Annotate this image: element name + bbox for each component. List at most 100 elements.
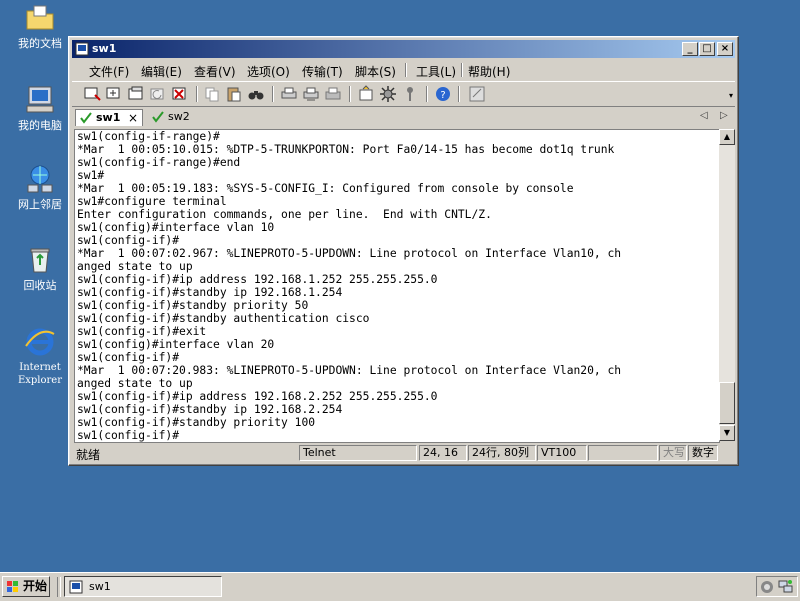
windows-logo-icon <box>7 581 18 592</box>
keymap-editor-icon <box>469 86 485 102</box>
terminal-line: sw1(config)#interface vlan 10 <box>77 221 275 234</box>
session-options-button[interactable] <box>357 85 375 103</box>
global-options-button[interactable] <box>379 85 397 103</box>
connect-tab-button[interactable] <box>127 85 145 103</box>
reconnect-button[interactable] <box>149 85 167 103</box>
session-options-icon <box>359 85 373 101</box>
copy-icon <box>205 87 219 102</box>
desktop-icon-recycle-bin[interactable]: 回收站 <box>8 244 72 292</box>
close-button[interactable]: × <box>717 42 733 56</box>
tab-label: sw1 <box>96 111 121 124</box>
taskbar-separator <box>57 577 61 597</box>
menu-help[interactable]: 帮助(H) <box>468 63 510 80</box>
toolbar-separator <box>196 86 198 102</box>
start-button[interactable]: 开始 <box>2 576 50 597</box>
maximize-icon: □ <box>702 43 712 54</box>
menu-options[interactable]: 选项(O) <box>247 63 290 80</box>
tab-close-button[interactable]: × <box>128 110 138 126</box>
menu-view[interactable]: 查看(V) <box>194 63 236 80</box>
menu-edit[interactable]: 编辑(E) <box>141 63 182 80</box>
maximize-button[interactable]: □ <box>699 42 715 56</box>
computers-tray-icon[interactable] <box>778 579 793 594</box>
desktop-icon-label: 回收站 <box>23 279 57 292</box>
find-button[interactable] <box>247 85 265 103</box>
terminal-line: sw1(config-if)#standby ip 192.168.2.254 <box>77 403 343 416</box>
minimize-icon: _ <box>687 43 693 54</box>
help-button[interactable]: ? <box>434 85 452 103</box>
taskbar: 开始 sw1 <box>0 572 800 601</box>
print-selection-button[interactable] <box>302 85 320 103</box>
computer-icon <box>24 84 56 116</box>
terminal-line: *Mar 1 00:05:10.015: %DTP-5-TRUNKPORTON:… <box>77 143 615 156</box>
keymap-editor-button[interactable] <box>468 85 486 103</box>
desktop-icon-internet-explorer[interactable]: Internet Explorer <box>8 326 72 387</box>
network-icon <box>24 163 56 195</box>
reconnect-icon <box>150 88 164 100</box>
print-screen-button[interactable] <box>280 85 298 103</box>
terminal-line: sw1(config-if-range)# <box>77 130 220 143</box>
close-icon: × <box>720 43 730 54</box>
system-tray <box>756 576 798 597</box>
scroll-down-button[interactable]: ▼ <box>719 425 735 441</box>
terminal-output[interactable]: sw1(config-if-range)# *Mar 1 00:05:10.015… <box>74 129 720 443</box>
tab-sw1[interactable]: sw1 × <box>75 109 143 126</box>
vertical-scrollbar[interactable]: ▲ ▼ <box>719 129 735 441</box>
quick-connect-button[interactable] <box>105 85 123 103</box>
minimize-button[interactable]: _ <box>682 42 698 56</box>
connect-icon <box>84 87 101 101</box>
toolbar-separator <box>426 86 428 102</box>
terminal-line: sw1(config-if)#standby priority 100 <box>77 416 316 429</box>
desktop-icon-label: 我的文档 <box>18 37 62 50</box>
arrow-up-icon: ▲ <box>723 132 731 141</box>
disconnect-icon <box>172 87 186 100</box>
terminal-text: sw1(config-if-range)# *Mar 1 00:05:10.015… <box>75 130 719 442</box>
desktop-icon-label: Internet Explorer <box>17 362 63 386</box>
tab-next-button[interactable]: ▷ <box>720 110 728 121</box>
arrow-down-icon: ▼ <box>723 428 731 437</box>
toolbar-separator <box>272 86 274 102</box>
print-button[interactable] <box>324 85 342 103</box>
help-icon: ? <box>436 87 450 101</box>
desktop-icon-network[interactable]: 网上邻居 <box>8 163 72 211</box>
terminal-line: sw1(config-if)# <box>77 429 180 442</box>
menu-file[interactable]: 文件(F) <box>89 63 129 80</box>
connected-check-icon <box>80 112 92 124</box>
scroll-thumb[interactable] <box>719 382 735 424</box>
desktop-icon-my-computer[interactable]: 我的电脑 <box>8 84 72 132</box>
status-bar: 就绪 Telnet 24, 16 24行, 80列 VT100 大写 数字 <box>72 444 735 462</box>
terminal-line: sw1#configure terminal <box>77 195 227 208</box>
copy-button[interactable] <box>203 85 221 103</box>
terminal-line: sw1(config-if)#standby ip 192.168.1.254 <box>77 286 343 299</box>
menu-bar: 文件(F) 编辑(E) 查看(V) 选项(O) 传输(T) 脚本(S) 工具(L… <box>72 60 735 80</box>
toolbar-overflow-icon[interactable]: ▾ <box>729 91 733 100</box>
tab-sw2[interactable]: sw2 <box>148 109 198 126</box>
menu-tools[interactable]: 工具(L) <box>416 63 456 80</box>
terminal-line: sw1(config-if)#exit <box>77 325 207 338</box>
binoculars-icon <box>248 91 264 100</box>
app-icon <box>75 42 89 56</box>
terminal-line: Enter configuration commands, one per li… <box>77 208 492 221</box>
terminal-line: sw1(config-if)#standby priority 50 <box>77 299 309 312</box>
status-emulation: VT100 <box>537 445 587 461</box>
disconnect-button[interactable] <box>171 85 189 103</box>
paste-button[interactable] <box>225 85 243 103</box>
menu-script[interactable]: 脚本(S) <box>355 63 396 80</box>
toolbar-separator <box>349 86 351 102</box>
scroll-up-button[interactable]: ▲ <box>719 129 735 145</box>
connect-tab-icon <box>128 86 143 100</box>
keymap-button[interactable] <box>401 85 419 103</box>
desktop-icon-my-documents[interactable]: 我的文档 <box>8 2 72 50</box>
network-tray-icon[interactable] <box>760 579 775 594</box>
session-tab-strip: sw1 × sw2 ◁ ▷ <box>72 107 735 127</box>
folder-icon <box>24 2 56 34</box>
quick-connect-icon <box>106 87 120 99</box>
menu-transfer[interactable]: 传输(T) <box>302 63 343 80</box>
recycle-bin-icon <box>24 244 56 276</box>
tab-prev-button[interactable]: ◁ <box>700 110 708 121</box>
title-bar[interactable]: sw1 _ □ × <box>72 40 735 58</box>
terminal-line: sw1(config-if)#standby authentication ci… <box>77 312 370 325</box>
toolbar-separator <box>458 86 460 102</box>
taskbar-task-sw1[interactable]: sw1 <box>64 576 222 597</box>
connect-button[interactable] <box>83 85 101 103</box>
tab-label: sw2 <box>168 110 190 123</box>
